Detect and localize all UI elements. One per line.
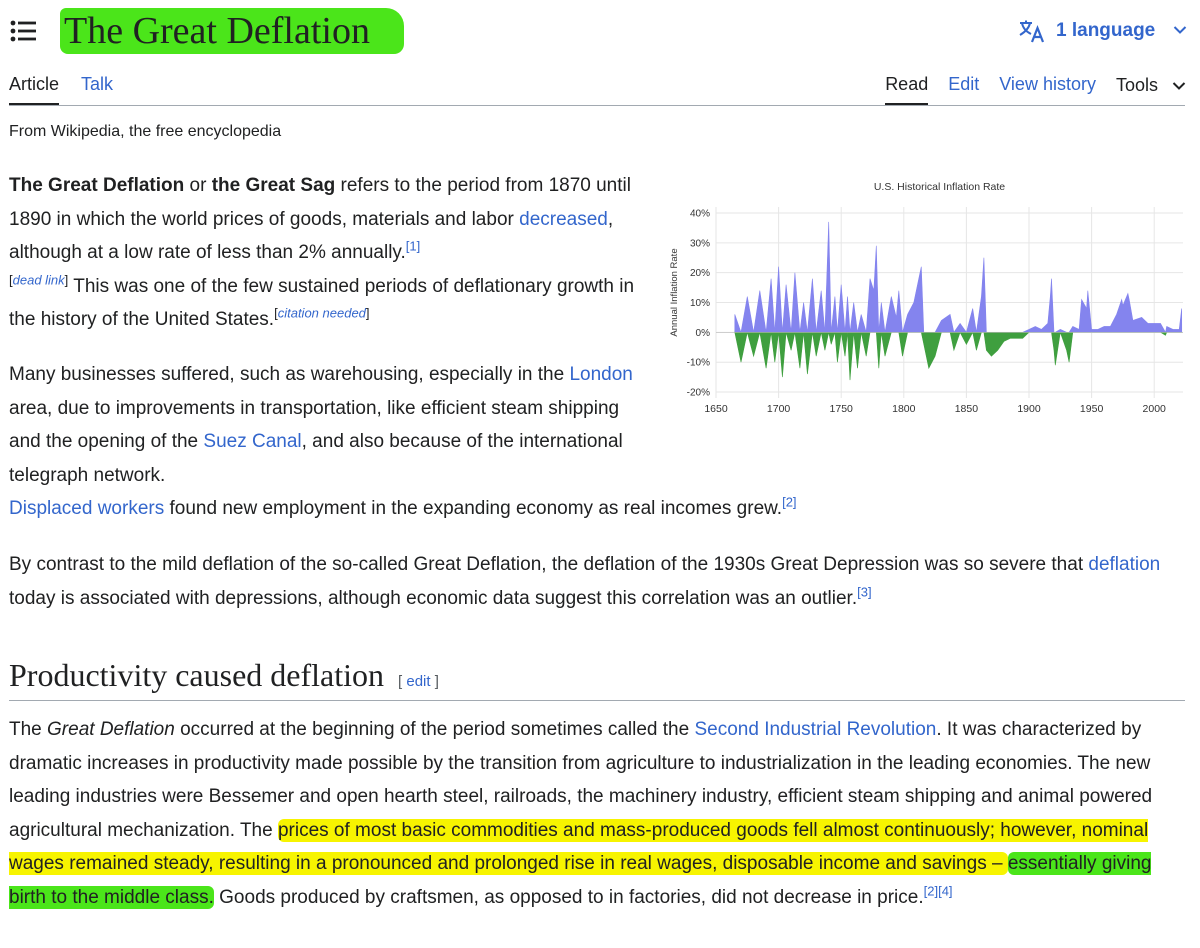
y-tick-label: 40% (690, 208, 710, 219)
translate-icon (1019, 20, 1045, 43)
site-tagline: From Wikipedia, the free encyclopedia (9, 123, 282, 140)
text-run: Many businesses suffered, such as wareho… (9, 364, 570, 385)
link-second-industrial-revolution[interactable]: Second Industrial Revolution (694, 719, 936, 740)
section-divider (9, 700, 1185, 701)
hamburger-icon[interactable] (10, 20, 36, 42)
paragraph-continuation: Displaced workers found new employment i… (9, 495, 797, 519)
productivity-paragraph: The Great Deflation occurred at the begi… (9, 713, 1189, 914)
link-london[interactable]: London (569, 364, 632, 385)
y-tick-label: 0% (696, 328, 711, 339)
italic-term: Great Deflation (47, 719, 175, 740)
link-deflation[interactable]: deflation (1088, 554, 1160, 575)
section-heading: Productivity caused deflation [ edit ] (9, 652, 1185, 698)
reference-4[interactable]: [4] (938, 883, 952, 898)
y-tick-label: 20% (690, 268, 710, 279)
page-title: The Great Deflation (64, 10, 370, 52)
text-run: The (9, 719, 48, 740)
reference-2[interactable]: [2] (924, 883, 938, 898)
tab-article[interactable]: Article (9, 74, 60, 105)
text-run: or (184, 175, 212, 196)
tab-edit[interactable]: Edit (948, 74, 979, 105)
link-displaced-workers[interactable]: Displaced workers (9, 498, 164, 519)
section-title: Productivity caused deflation (9, 657, 385, 693)
tab-read[interactable]: Read (885, 74, 929, 105)
y-axis-label: Annual Inflation Rate (669, 248, 680, 336)
tab-view-history[interactable]: View history (999, 74, 1096, 105)
tab-divider (9, 105, 1185, 106)
language-label: 1 language (1056, 20, 1156, 41)
businesses-paragraph: Many businesses suffered, such as wareho… (9, 358, 1189, 526)
tools-label: Tools (1115, 75, 1158, 95)
link-decreased[interactable]: decreased (519, 209, 608, 230)
citation-needed-tag[interactable]: citation needed (278, 306, 366, 321)
text-run: By contrast to the mild deflation of the… (9, 554, 1089, 575)
text-run: Goods produced by craftsmen, as opposed … (213, 886, 924, 908)
text-run: today is associated with depressions, al… (9, 587, 858, 609)
link-suez-canal[interactable]: Suez Canal (203, 431, 301, 452)
y-tick-label: 10% (690, 298, 710, 309)
section-edit: [ edit ] (398, 673, 439, 690)
view-tabs: Read Edit View history Tools (885, 74, 1186, 105)
namespace-tabs: Article Talk (9, 74, 113, 105)
y-tick-label: 30% (690, 238, 710, 249)
contrast-paragraph: By contrast to the mild deflation of the… (9, 548, 1189, 615)
bracket: ] (365, 305, 370, 321)
chart-title: U.S. Historical Inflation Rate (874, 181, 1005, 193)
language-button[interactable]: 1 language (1018, 16, 1187, 46)
text-run: found new employment in the expanding ec… (164, 498, 783, 519)
text-run: occurred at the beginning of the period … (174, 719, 695, 740)
bracket: ] (430, 673, 439, 690)
chevron-down-icon (1173, 22, 1187, 40)
reference-2[interactable]: [2] (782, 495, 796, 510)
reference-1[interactable]: [1] (406, 239, 420, 254)
section-edit-link[interactable]: edit (406, 673, 430, 690)
bold-term: The Great Deflation (9, 175, 185, 196)
text-run: This was one of the few sustained period… (9, 275, 635, 331)
chevron-down-icon (1172, 81, 1186, 90)
reference-3[interactable]: [3] (857, 584, 871, 599)
tab-tools[interactable]: Tools (1116, 74, 1186, 105)
dead-link-tag[interactable]: dead link (13, 272, 65, 287)
intro-paragraph: The Great Deflation or the Great Sag ref… (9, 169, 639, 337)
tab-talk[interactable]: Talk (81, 74, 113, 105)
bold-term: the Great Sag (211, 175, 336, 196)
